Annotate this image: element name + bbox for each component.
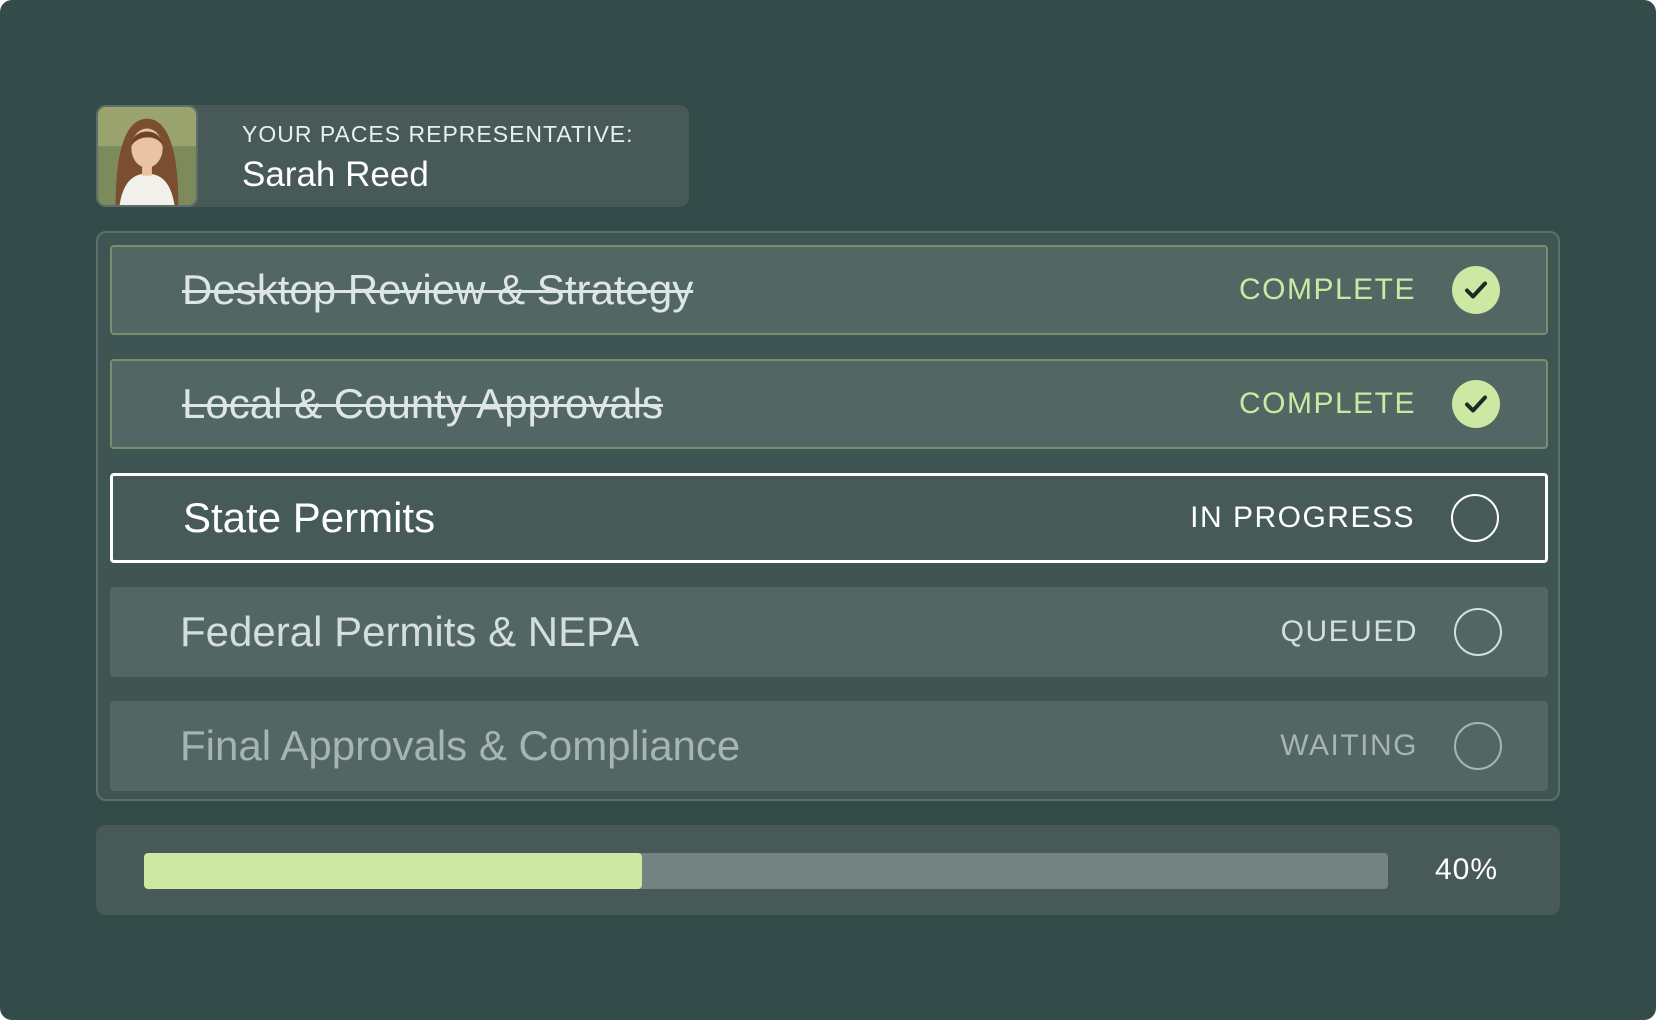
step-status: WAITING <box>1280 729 1418 762</box>
step-title: State Permits <box>183 494 436 541</box>
step-title: Federal Permits & NEPA <box>180 608 640 655</box>
steps-panel: Desktop Review & Strategy COMPLETE Local… <box>96 231 1560 801</box>
representative-name: Sarah Reed <box>242 155 429 194</box>
progress-percent: 40% <box>1434 853 1498 886</box>
representative-card: YOUR PACES REPRESENTATIVE: Sarah Reed <box>96 105 689 207</box>
step-status: COMPLETE <box>1238 273 1416 306</box>
step-row-desktop-review[interactable]: Desktop Review & Strategy COMPLETE <box>110 245 1548 335</box>
avatar <box>96 105 198 207</box>
app-canvas: YOUR PACES REPRESENTATIVE: Sarah Reed De… <box>0 0 1656 1020</box>
empty-circle-icon <box>1451 494 1499 542</box>
step-row-final-approvals[interactable]: Final Approvals & Compliance WAITING <box>110 701 1548 791</box>
progress-fill <box>144 853 642 889</box>
avatar-photo-icon <box>98 107 196 205</box>
step-row-federal-permits[interactable]: Federal Permits & NEPA QUEUED <box>110 587 1548 677</box>
step-status: IN PROGRESS <box>1190 501 1415 534</box>
representative-label: YOUR PACES REPRESENTATIVE: <box>242 121 634 147</box>
step-row-local-county[interactable]: Local & County Approvals COMPLETE <box>110 359 1548 449</box>
empty-circle-icon <box>1454 722 1502 770</box>
step-title: Final Approvals & Compliance <box>180 722 741 769</box>
progress-card: 40% <box>96 825 1560 915</box>
step-row-state-permits[interactable]: State Permits IN PROGRESS <box>110 473 1548 563</box>
check-icon <box>1452 266 1500 314</box>
progress-bar <box>144 853 1388 889</box>
step-title: Desktop Review & Strategy <box>182 266 694 313</box>
step-status: COMPLETE <box>1238 387 1416 420</box>
step-title: Local & County Approvals <box>182 380 663 427</box>
check-icon <box>1452 380 1500 428</box>
empty-circle-icon <box>1454 608 1502 656</box>
step-status: QUEUED <box>1280 615 1418 648</box>
